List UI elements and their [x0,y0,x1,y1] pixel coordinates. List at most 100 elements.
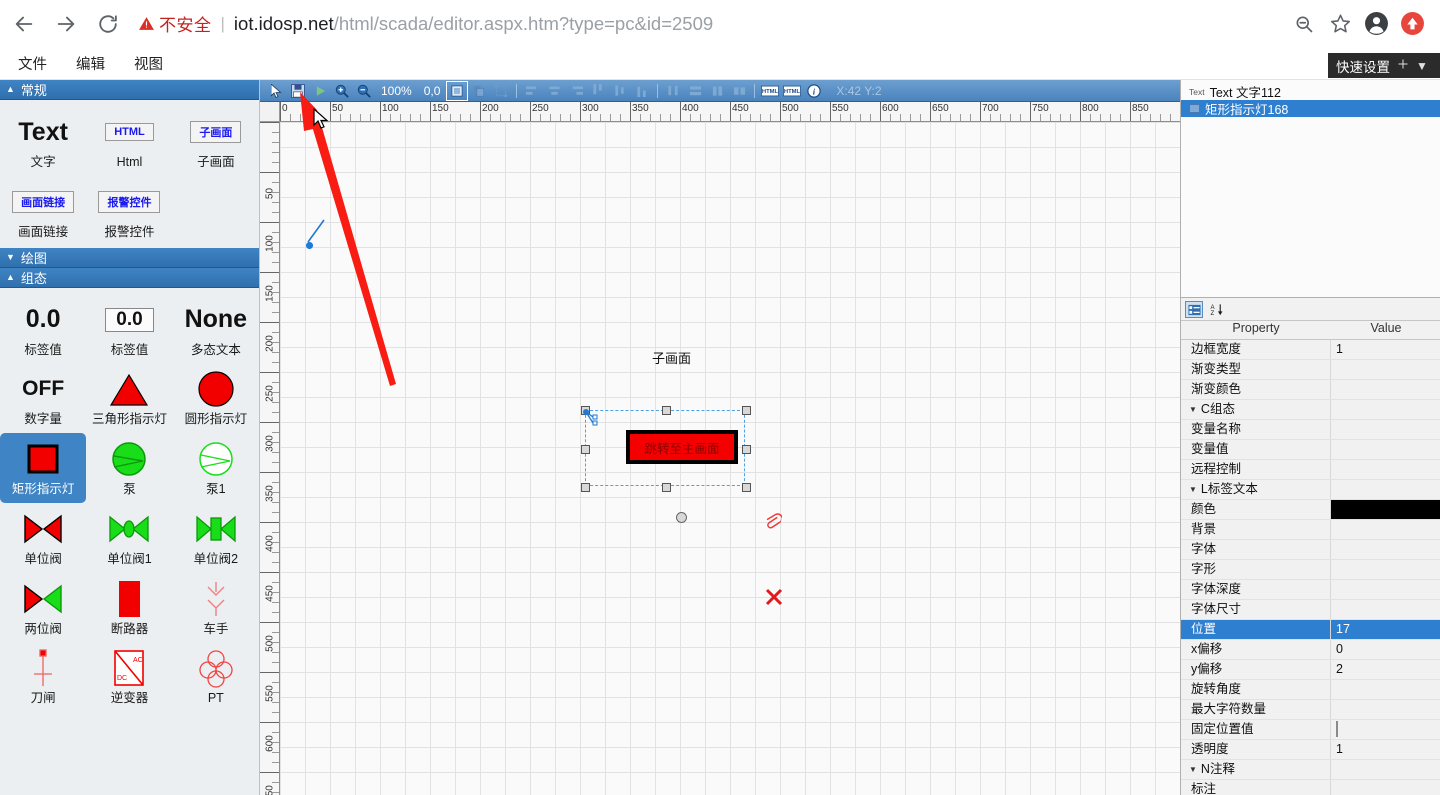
tool-html-import[interactable]: HTML [782,82,802,100]
property-row[interactable]: 远程控制 [1181,460,1440,480]
paperclip-icon[interactable] [762,509,783,531]
delete-x-icon[interactable] [765,588,783,606]
palette-item-tag-value[interactable]: 0.0 标签值 [0,294,86,364]
property-value[interactable] [1331,680,1440,699]
palette-group-general[interactable]: ▲ 常规 [0,80,259,100]
palette-group-drawing[interactable]: ▼ 绘图 [0,247,259,268]
color-swatch[interactable] [1331,500,1440,519]
property-value[interactable] [1331,460,1440,479]
forward-button[interactable] [48,6,84,42]
menu-view[interactable]: 视图 [123,50,174,77]
tool-distribute-h[interactable] [663,82,683,100]
tree-item-rect-lamp168[interactable]: 矩形指示灯168 [1181,100,1440,117]
property-value[interactable] [1331,500,1440,519]
chevron-down-icon[interactable]: ▼ [1416,59,1428,73]
property-value[interactable] [1331,420,1440,439]
move-cross-icon[interactable] [1397,58,1409,73]
tool-align-bottom[interactable] [632,82,652,100]
tool-align-center[interactable] [544,82,564,100]
property-value[interactable] [1331,600,1440,619]
property-value[interactable]: 1 [1331,340,1440,359]
property-row[interactable]: 字体深度 [1181,580,1440,600]
property-value[interactable]: 17 [1331,620,1440,639]
tool-fit-screen[interactable] [446,80,469,101]
property-row[interactable]: ▼ L标签文本 [1181,480,1440,500]
property-row[interactable]: 旋转角度 [1181,680,1440,700]
property-row[interactable]: 边框宽度 1 [1181,340,1440,360]
property-value[interactable] [1331,780,1440,795]
tree-item-text112[interactable]: Text Text 文字112 [1181,83,1440,100]
chevron-down-icon[interactable]: ▼ [1181,765,1197,774]
tool-select[interactable] [266,82,286,100]
palette-item-inverter[interactable]: AC DC 逆变器 [86,642,172,712]
tool-align-top[interactable] [588,82,608,100]
palette-item-two-pos-valve[interactable]: 两位阀 [0,573,86,643]
property-value[interactable]: 1 [1331,740,1440,759]
property-value[interactable]: 0 [1331,640,1440,659]
palette-item-valve1[interactable]: 单位阀1 [86,503,172,573]
tool-same-size[interactable] [729,82,749,100]
property-row[interactable]: 变量值 [1181,440,1440,460]
tool-zoom-in[interactable] [332,82,352,100]
property-value[interactable] [1331,700,1440,719]
palette-item-breaker[interactable]: 断路器 [86,573,172,643]
palette-item-multistate-text[interactable]: None 多态文本 [173,294,259,364]
bookmark-button[interactable] [1322,6,1358,42]
property-row[interactable]: 渐变颜色 [1181,380,1440,400]
resize-handle-e[interactable] [742,445,751,454]
property-row[interactable]: ▼ N注释 [1181,760,1440,780]
property-row[interactable]: 渐变类型 [1181,360,1440,380]
tool-info[interactable]: i [804,82,824,100]
palette-item-circle-lamp[interactable]: 圆形指示灯 [173,363,259,433]
property-value[interactable]: 2 [1331,660,1440,679]
property-row[interactable]: 透明度 1 [1181,740,1440,760]
tool-save[interactable] [288,82,308,100]
palette-item-valve[interactable]: 单位阀 [0,503,86,573]
resize-handle-ne[interactable] [742,406,751,415]
palette-item-knife-switch[interactable]: 刀闸 [0,642,86,712]
resize-handle-s[interactable] [662,483,671,492]
palette-item-tag-value-input[interactable]: 0.0 标签值 [86,294,172,364]
tool-zoom-out[interactable] [354,82,374,100]
extension-button[interactable] [1394,6,1430,42]
property-row[interactable]: 背景 [1181,520,1440,540]
tool-html-export[interactable]: HTML [760,82,780,100]
profile-button[interactable] [1358,6,1394,42]
menu-edit[interactable]: 编辑 [65,50,116,77]
property-row[interactable]: 字形 [1181,560,1440,580]
property-row[interactable]: 变量名称 [1181,420,1440,440]
palette-item-valve2[interactable]: 单位阀2 [173,503,259,573]
palette-item-html[interactable]: HTML Html [86,106,172,176]
resize-handle-n[interactable] [662,406,671,415]
property-row[interactable]: 颜色 [1181,500,1440,520]
property-row[interactable]: ▼ C组态 [1181,400,1440,420]
property-row[interactable]: y偏移 2 [1181,660,1440,680]
property-value[interactable] [1331,540,1440,559]
properties-list[interactable]: 边框宽度 1 渐变类型 渐变颜色 ▼ C组态 变量名称 变量值 远程控制 ▼ L标签文本 颜色 背景字体… [1181,340,1440,795]
palette-item-pt[interactable]: PT [173,642,259,712]
chevron-down-icon[interactable]: ▼ [1181,405,1197,414]
tool-copy[interactable] [469,82,489,100]
link-node-icon[interactable] [583,409,601,427]
resize-handle-w[interactable] [581,445,590,454]
property-value[interactable] [1331,360,1440,379]
tool-align-left[interactable] [522,82,542,100]
property-value[interactable] [1331,580,1440,599]
property-value[interactable] [1331,560,1440,579]
property-row[interactable]: 字体尺寸 [1181,600,1440,620]
property-value[interactable] [1331,400,1440,419]
palette-item-triangle-lamp[interactable]: 三角形指示灯 [86,363,172,433]
reload-button[interactable] [90,6,126,42]
palette-item-rect-lamp[interactable]: 矩形指示灯 [0,433,87,503]
tool-run[interactable] [310,82,330,100]
property-row[interactable]: x偏移 0 [1181,640,1440,660]
back-button[interactable] [6,6,42,42]
property-value[interactable] [1331,440,1440,459]
prop-categorized-button[interactable] [1185,301,1203,318]
palette-group-scada[interactable]: ▲ 组态 [0,267,259,288]
property-value[interactable] [1331,720,1440,739]
palette-item-pump1[interactable]: 泵1 [173,433,259,503]
design-canvas[interactable]: 子画面 跳转至主画面 [280,122,1180,795]
palette-item-subscreen[interactable]: 子画面 子画面 [173,106,259,176]
property-value[interactable] [1331,520,1440,539]
